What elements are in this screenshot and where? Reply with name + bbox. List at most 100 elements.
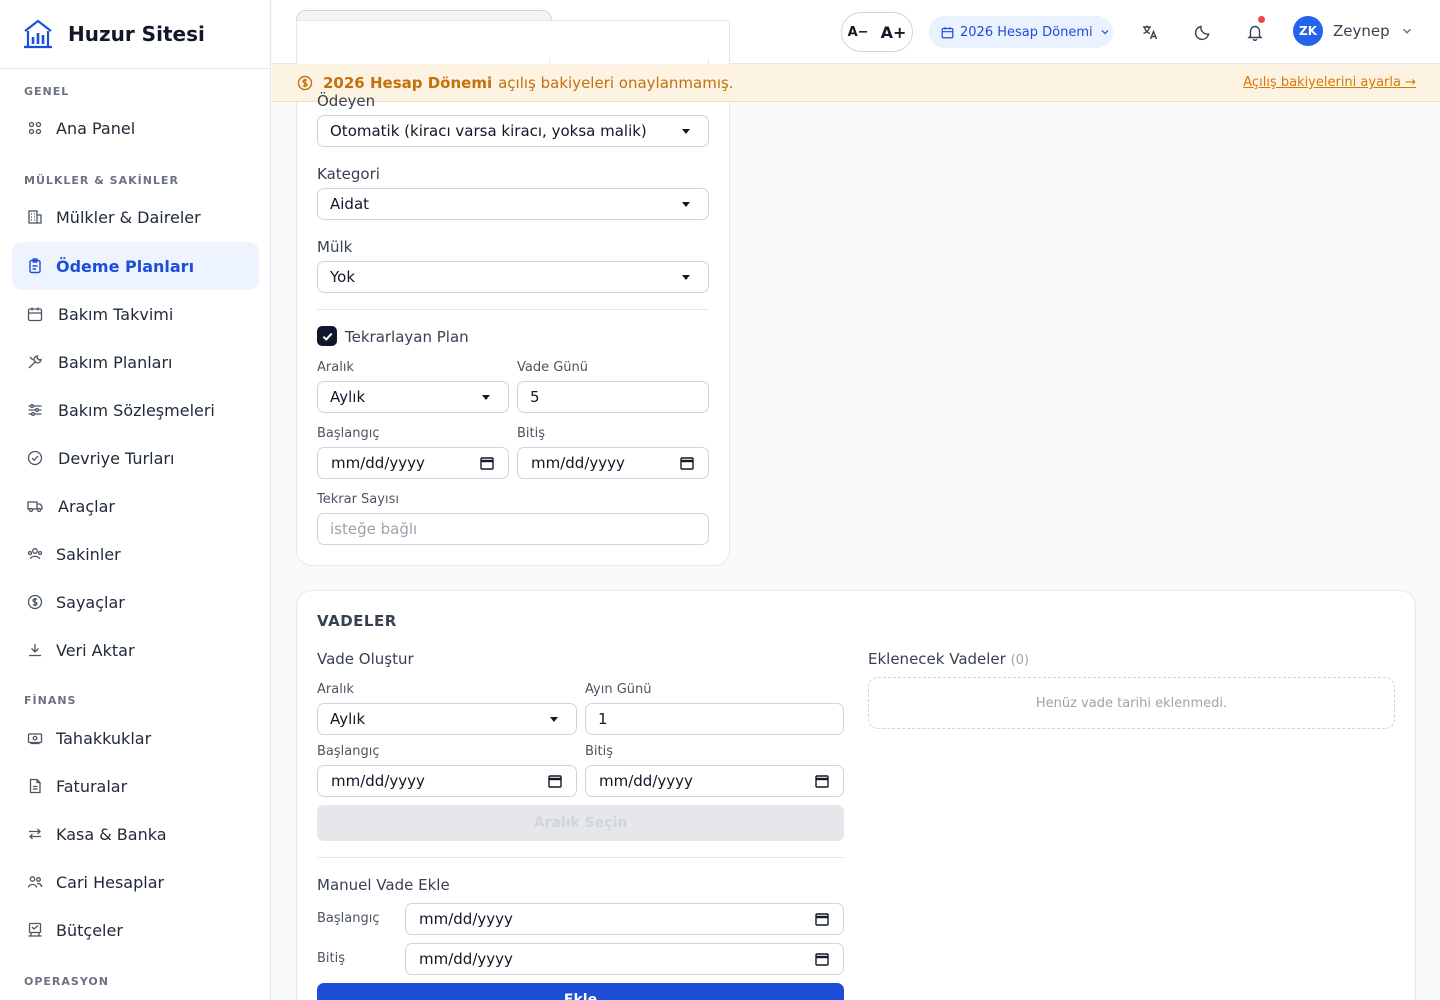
- calendar-icon: [941, 26, 954, 38]
- caret-down-icon: [682, 129, 690, 134]
- sidebar-item-veri-aktar[interactable]: Veri Aktar: [12, 626, 259, 674]
- manual-due-title: Manuel Vade Ekle: [317, 876, 450, 894]
- payer-select[interactable]: Otomatik (kiracı varsa kiracı, yoksa mal…: [317, 115, 709, 147]
- create-due-title: Vade Oluştur: [317, 650, 414, 668]
- end-date-input[interactable]: mm/dd/yyyy: [517, 447, 709, 479]
- sidebar-item-bakim-planlari[interactable]: Bakım Planları: [12, 338, 259, 386]
- manual-end-date-input[interactable]: mm/dd/yyyy: [405, 943, 844, 975]
- recurring-checkbox[interactable]: [317, 326, 337, 346]
- due-interval-label: Aralık: [317, 682, 354, 697]
- calendar-icon: [480, 457, 494, 470]
- sidebar-item-label: Araçlar: [58, 496, 115, 516]
- sidebar-item-label: Sayaçlar: [56, 592, 125, 612]
- interval-select[interactable]: Aylık: [317, 381, 509, 413]
- date-placeholder: mm/dd/yyyy: [531, 454, 625, 472]
- divider: [317, 309, 709, 310]
- recurring-label: Tekrarlayan Plan: [345, 328, 469, 346]
- date-placeholder: mm/dd/yyyy: [331, 772, 425, 790]
- sidebar-item-tahakkuklar[interactable]: Tahakkuklar: [12, 714, 259, 762]
- font-size-control: A− A+: [841, 12, 913, 52]
- select-range-button[interactable]: Aralık Seçin: [317, 805, 844, 841]
- calendar-icon: [815, 775, 829, 788]
- period-label: 2026 Hesap Dönemi: [960, 24, 1093, 40]
- date-placeholder: mm/dd/yyyy: [419, 910, 513, 928]
- sidebar-item-sakinler[interactable]: Sakinler: [12, 530, 259, 578]
- due-day-label: Vade Günü: [517, 360, 589, 375]
- sidebar-item-odeme-planlari[interactable]: Ödeme Planları: [12, 242, 259, 290]
- sidebar-item-label: Faturalar: [56, 776, 128, 796]
- sidebar-item-devriye-turlari[interactable]: Devriye Turları: [12, 434, 259, 482]
- end-date-label: Bitiş: [517, 426, 546, 441]
- category-value: Aidat: [330, 195, 370, 213]
- sidebar-item-mulkler[interactable]: Mülkler & Daireler: [12, 193, 259, 241]
- property-select[interactable]: Yok: [317, 261, 709, 293]
- dollar-circle-icon: [297, 75, 313, 90]
- due-day-input[interactable]: [517, 381, 709, 413]
- property-label: Mülk: [317, 238, 353, 256]
- due-interval-select[interactable]: Aylık: [317, 703, 577, 735]
- brand-name: Huzur Sitesi: [68, 22, 205, 46]
- sidebar-item-label: Bakım Takvimi: [58, 304, 174, 324]
- section-label-mulkler: MÜLKLER & SAKİNLER: [24, 174, 179, 187]
- sidebar-item-cari-hesaplar[interactable]: Cari Hesaplar: [12, 858, 259, 906]
- section-label-finans: FİNANS: [24, 694, 77, 707]
- sidebar-item-label: Mülkler & Daireler: [56, 207, 201, 227]
- sidebar-item-sayaclar[interactable]: Sayaçlar: [12, 578, 259, 626]
- calendar-icon: [26, 305, 44, 323]
- opening-balance-warning: 2026 Hesap Dönemi açılış bakiyeleri onay…: [272, 64, 1440, 102]
- repeat-count-input[interactable]: [317, 513, 709, 545]
- fiscal-period-selector[interactable]: 2026 Hesap Dönemi: [929, 16, 1113, 48]
- theme-toggle-button[interactable]: [1191, 20, 1215, 44]
- sidebar-item-butceler[interactable]: Bütçeler: [12, 906, 259, 954]
- check-icon: [322, 332, 332, 341]
- notifications-button[interactable]: [1243, 16, 1267, 44]
- sliders-icon: [26, 401, 44, 419]
- empty-state-text: Henüz vade tarihi eklenmedi.: [1035, 695, 1228, 711]
- language-button[interactable]: [1138, 20, 1162, 44]
- user-name: Zeynep: [1333, 22, 1390, 40]
- banknote-icon: [26, 729, 44, 747]
- month-day-input[interactable]: [585, 703, 844, 735]
- caret-down-icon: [482, 395, 490, 400]
- check-circle-icon: [26, 449, 44, 467]
- sidebar-item-faturalar[interactable]: Faturalar: [12, 762, 259, 810]
- due-end-date-input[interactable]: mm/dd/yyyy: [585, 765, 844, 797]
- user-menu[interactable]: ZK Zeynep: [1293, 16, 1414, 46]
- sidebar-item-bakim-takvimi[interactable]: Bakım Takvimi: [12, 290, 259, 338]
- font-decrease-button[interactable]: A−: [848, 25, 869, 40]
- payer-label: Ödeyen: [317, 92, 376, 110]
- sidebar-item-label: Veri Aktar: [56, 640, 135, 660]
- date-placeholder: mm/dd/yyyy: [331, 454, 425, 472]
- start-date-input[interactable]: mm/dd/yyyy: [317, 447, 509, 479]
- grid-icon: [26, 119, 44, 137]
- sidebar-item-label: Ana Panel: [56, 118, 136, 138]
- due-interval-value: Aylık: [330, 710, 366, 728]
- warning-text: açılış bakiyeleri onaylanmamış.: [498, 73, 734, 92]
- moon-icon: [1194, 25, 1210, 41]
- warning-period: 2026 Hesap Dönemi: [323, 73, 493, 92]
- category-select[interactable]: Aidat: [317, 188, 709, 220]
- notification-dot: [1258, 16, 1265, 23]
- month-day-label: Ayın Günü: [585, 682, 652, 697]
- font-increase-button[interactable]: A+: [881, 23, 907, 42]
- manual-start-date-input[interactable]: mm/dd/yyyy: [405, 903, 844, 935]
- brand[interactable]: Huzur Sitesi: [0, 0, 270, 69]
- interval-value: Aylık: [330, 388, 366, 406]
- category-label: Kategori: [317, 165, 380, 183]
- due-start-date-input[interactable]: mm/dd/yyyy: [317, 765, 577, 797]
- sidebar-item-bakim-sozlesmeleri[interactable]: Bakım Sözleşmeleri: [12, 386, 259, 434]
- sidebar-item-label: Cari Hesaplar: [56, 872, 165, 892]
- sidebar-item-araclar[interactable]: Araçlar: [12, 482, 259, 530]
- clipboard-icon: [26, 257, 44, 275]
- users-icon: [26, 545, 44, 563]
- sidebar-item-ana-panel[interactable]: Ana Panel: [12, 104, 259, 152]
- people-icon: [26, 873, 44, 891]
- opening-balance-link[interactable]: Açılış bakiyelerini ayarla →: [1243, 75, 1416, 90]
- add-due-button[interactable]: Ekle: [317, 983, 844, 1000]
- sidebar-item-kasa-banka[interactable]: Kasa & Banka: [12, 810, 259, 858]
- due-dates-title: VADELER: [317, 612, 397, 630]
- file-icon: [26, 777, 44, 795]
- building-logo-icon: [24, 19, 52, 49]
- building-icon: [26, 208, 44, 226]
- repeat-count-label: Tekrar Sayısı: [317, 492, 399, 507]
